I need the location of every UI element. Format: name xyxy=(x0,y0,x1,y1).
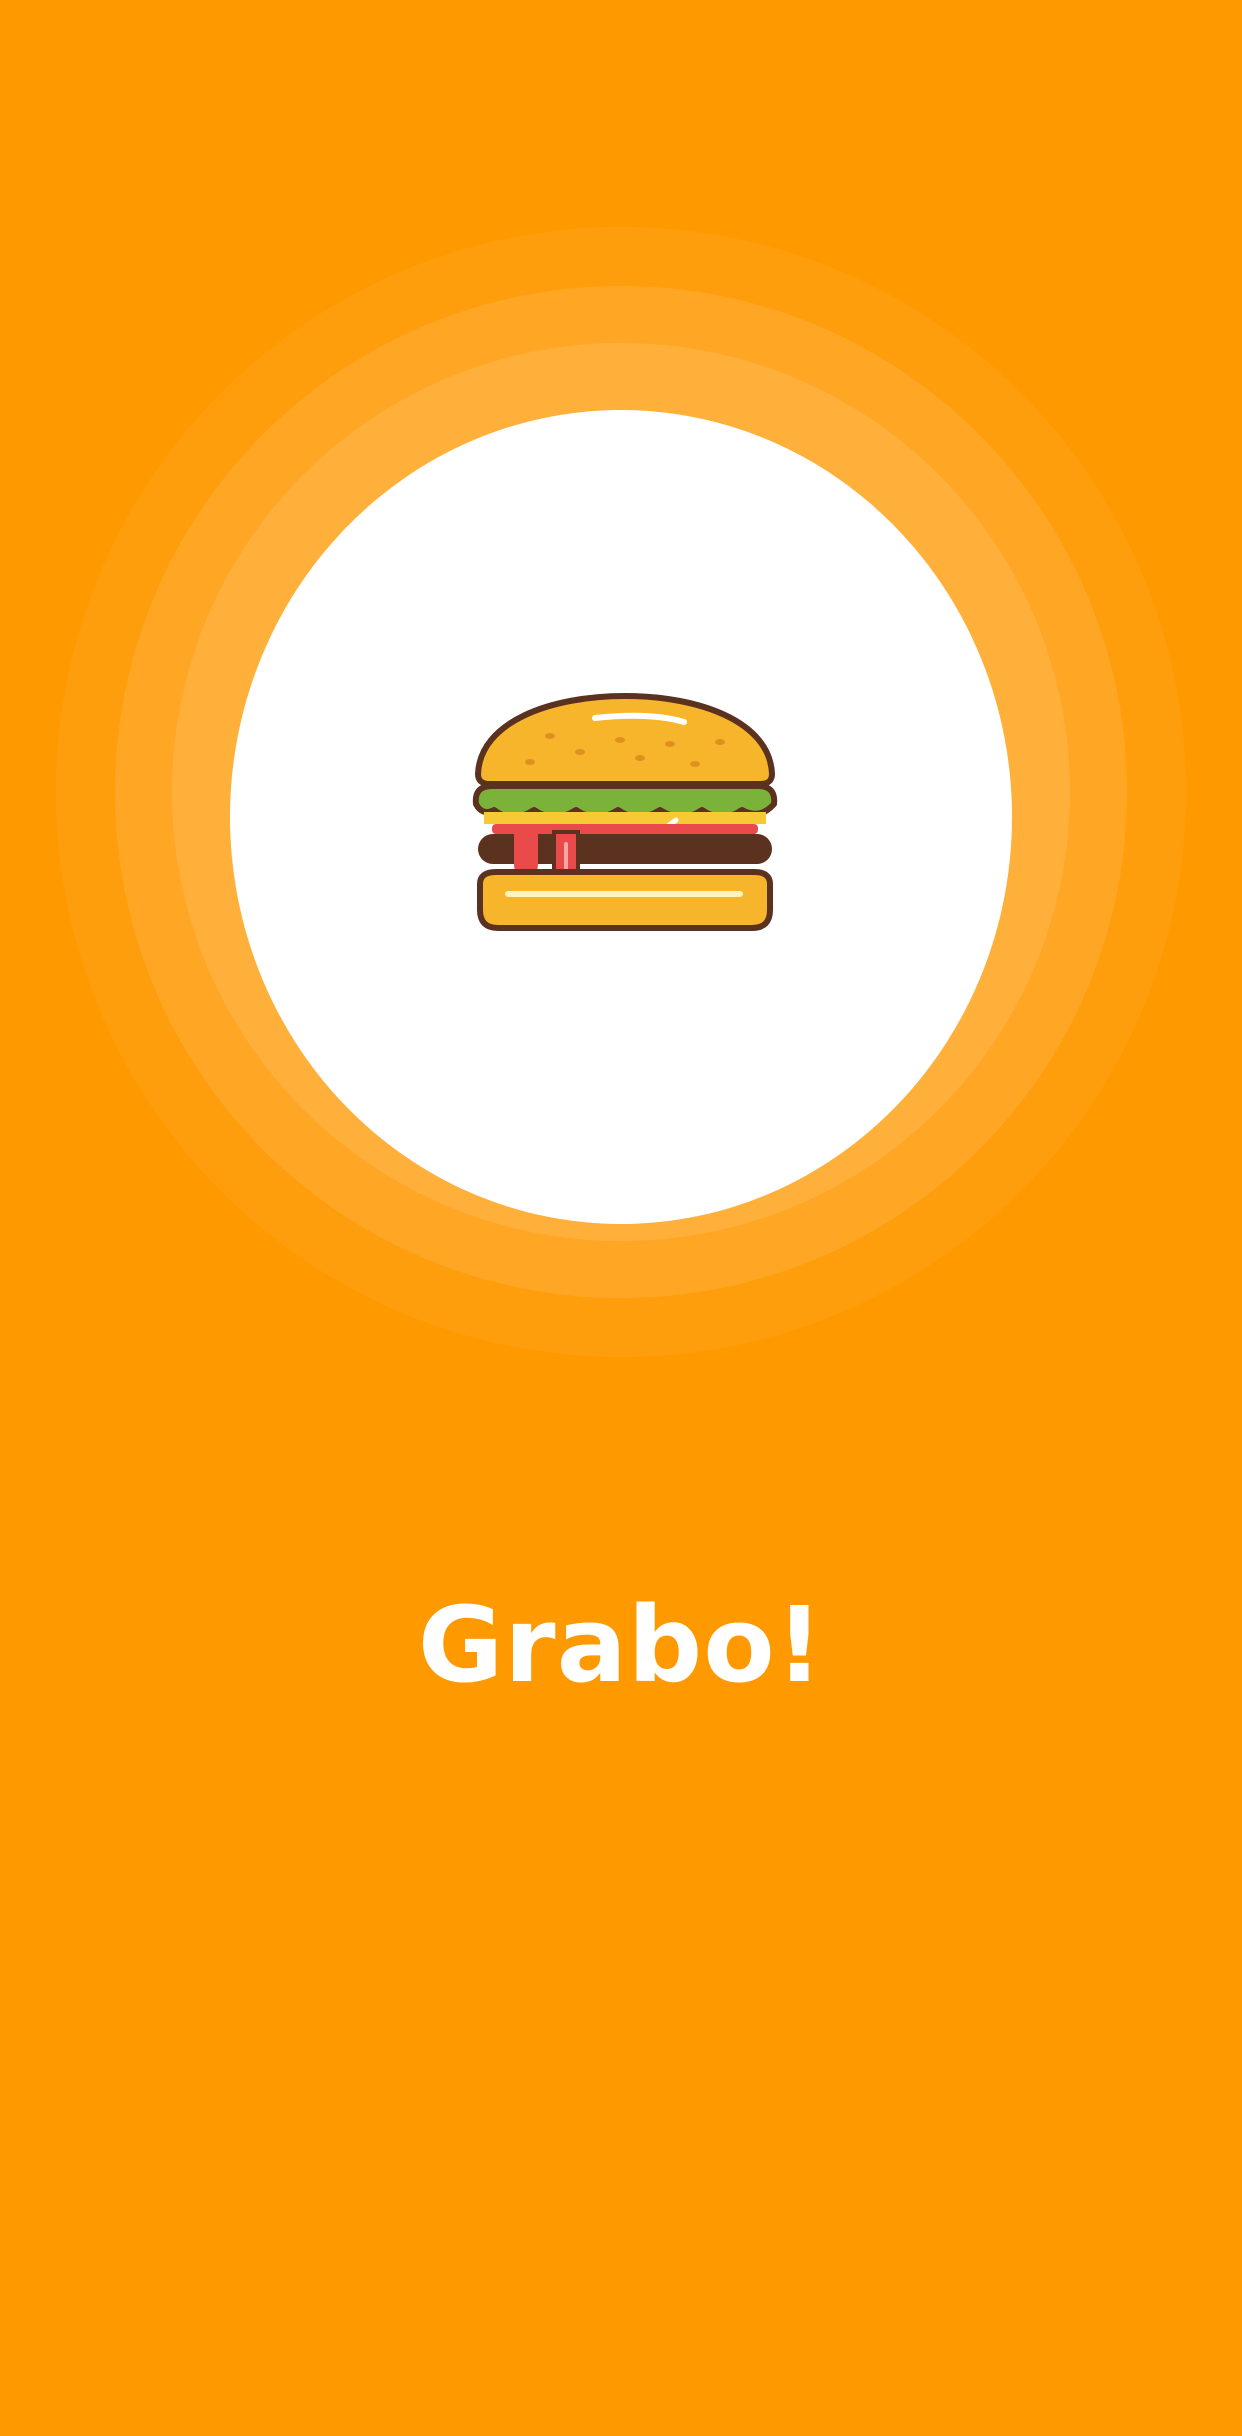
app-name: Grabo! xyxy=(417,1584,825,1706)
splash-screen: Grabo! xyxy=(0,0,1242,2436)
burger-icon xyxy=(472,693,778,931)
